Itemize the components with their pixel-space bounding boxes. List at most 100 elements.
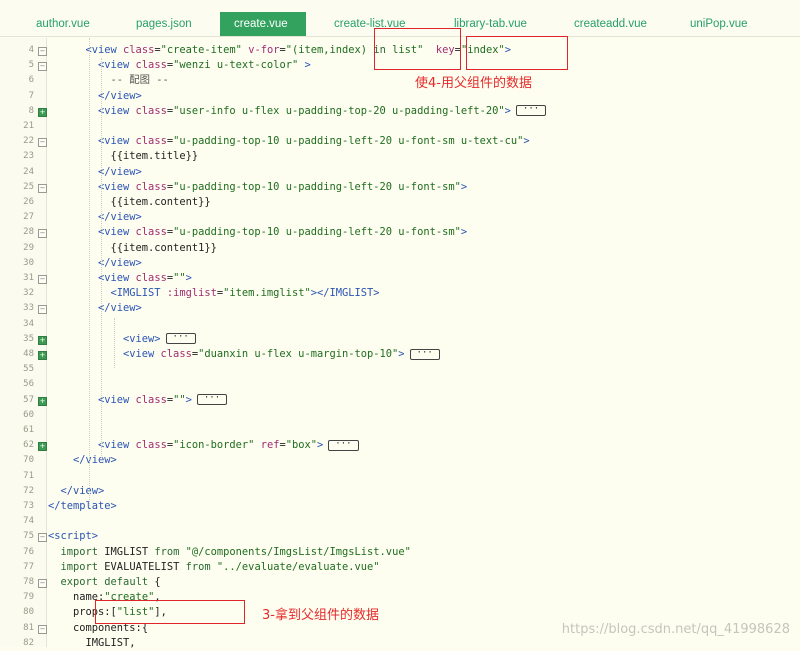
code-line[interactable]: <view class="u-padding-top-10 u-padding-… [48,180,467,195]
folded-code-badge[interactable]: ··· [409,348,440,360]
code-token: class [160,348,192,360]
tab-create-vue[interactable]: create.vue [220,12,306,36]
code-token: import [60,545,105,558]
code-line[interactable]: <view class=""> ··· [48,393,228,408]
line-number: 74 [23,516,34,527]
code-token: {{item.content}} [110,196,211,208]
code-line[interactable]: {{item.content1}} [48,241,217,256]
line-number: 75 [23,531,34,542]
code-token: <view [98,226,136,239]
code-line[interactable]: <view class="user-info u-flex u-padding-… [48,104,547,119]
highlight-box-props [95,600,245,624]
code-line[interactable]: IMGLIST, [48,636,136,651]
code-token: class [123,44,155,56]
code-token: "@/components/ImgsList/ImgsList.vue" [185,545,411,558]
line-number: 80 [23,607,34,618]
code-token: "duanxin u-flex u-margin-top-10" [198,348,399,360]
code-line[interactable]: </view> [48,89,142,104]
code-line[interactable]: import IMGLIST from "@/components/ImgsLi… [48,545,411,560]
line-number: 62 [23,440,34,451]
code-token: { [154,576,161,588]
code-line[interactable]: {{item.title}} [48,149,199,164]
line-number: 35 [23,333,34,344]
fold-collapse-icon[interactable]: − [38,305,47,315]
code-token: class [135,272,167,284]
line-number: 28 [23,227,34,238]
line-number: 81 [23,622,34,633]
code-line[interactable]: </template> [48,499,117,514]
fold-expand-icon[interactable]: + [38,335,47,345]
tab-pages-json[interactable]: pages.json [122,12,206,36]
code-token: class [135,439,167,452]
fold-expand-icon[interactable]: + [38,107,47,117]
line-number-gutter: 4−5−6 7 8 +21 22−23 24 25−26 27 28−29 30 31−32 33−3… [0,38,47,648]
code-line[interactable]: import EVALUATELIST from "../evaluate/ev… [48,560,380,575]
code-token: </view> [98,89,142,102]
fold-collapse-icon[interactable]: − [38,579,47,588]
code-token: > [185,272,192,284]
code-token: </view> [60,484,105,497]
fold-collapse-icon[interactable]: − [38,533,47,543]
fold-collapse-icon[interactable]: − [38,138,47,148]
code-line[interactable]: <view> ··· [48,332,196,347]
line-number: 57 [23,394,34,405]
code-token: {{item.title}} [110,150,199,163]
line-number: 23 [23,151,34,162]
folded-code-badge[interactable]: ··· [328,439,359,451]
code-line[interactable]: {{item.content}} [48,195,211,210]
fold-collapse-icon[interactable]: − [38,624,47,634]
fold-expand-icon[interactable]: + [38,442,47,452]
code-line[interactable]: <view class="wenzi u-text-color" > [48,58,311,73]
line-number: 29 [23,242,34,253]
tab-unipop-vue[interactable]: uniPop.vue [676,12,762,36]
fold-collapse-icon[interactable]: − [38,275,47,284]
code-line[interactable]: -- 配图 -- [48,73,169,88]
line-number: 22 [23,136,34,147]
code-token: import [60,560,105,573]
line-number: 32 [23,288,34,299]
code-line[interactable]: <IMGLIST :imglist="item.imglist"></IMGLI… [48,286,380,301]
code-token: > [398,348,405,360]
code-line[interactable]: </view> [48,301,142,316]
folded-code-badge[interactable]: ··· [165,333,196,345]
tab-author-vue[interactable]: author.vue [22,12,104,36]
code-token: > [504,104,511,117]
fold-collapse-icon[interactable]: − [38,229,47,239]
code-token: "wenzi u-text-color" [173,59,305,72]
code-token: ></IMGLIST> [310,287,380,300]
code-token: </view> [98,211,142,224]
line-number: 61 [23,425,34,435]
code-line[interactable]: </view> [48,484,105,499]
code-line[interactable]: </view> [48,165,142,180]
line-number: 5 [28,60,34,71]
code-line[interactable]: <view class="u-padding-top-10 u-padding-… [48,134,530,149]
code-line[interactable]: <view class="icon-border" ref="box"> ··· [48,438,359,453]
code-token: <view [98,439,136,452]
fold-collapse-icon[interactable]: − [38,62,47,72]
code-token: <view [85,44,124,56]
code-line[interactable]: <script> [48,529,98,544]
code-line[interactable]: </view> [48,210,142,225]
code-token: > [523,135,530,148]
folded-code-badge[interactable]: ··· [515,105,547,117]
fold-collapse-icon[interactable]: − [38,183,47,193]
code-token: <view [98,180,136,193]
line-number: 82 [23,637,34,648]
fold-expand-icon[interactable]: + [38,396,47,406]
tab-createadd-vue[interactable]: createadd.vue [560,12,661,36]
fold-collapse-icon[interactable]: − [38,47,47,56]
fold-expand-icon[interactable]: + [38,351,47,360]
code-token: class [135,393,167,406]
code-token: export default [60,576,155,588]
code-line[interactable]: </view> [48,256,142,271]
code-line[interactable]: <view class="u-padding-top-10 u-padding-… [48,225,467,240]
code-line[interactable]: </view> [48,453,117,468]
line-number: 27 [23,212,34,223]
code-line[interactable]: <view class=""> [48,271,192,286]
code-editor[interactable]: 4−5−6 7 8 +21 22−23 24 25−26 27 28−29 30 31−32 33−3… [0,38,800,649]
line-number: 73 [23,501,34,511]
code-token: <view [98,104,136,117]
code-line[interactable]: export default { [48,575,161,590]
code-line[interactable]: <view class="duanxin u-flex u-margin-top… [48,347,440,362]
folded-code-badge[interactable]: ··· [196,394,228,406]
